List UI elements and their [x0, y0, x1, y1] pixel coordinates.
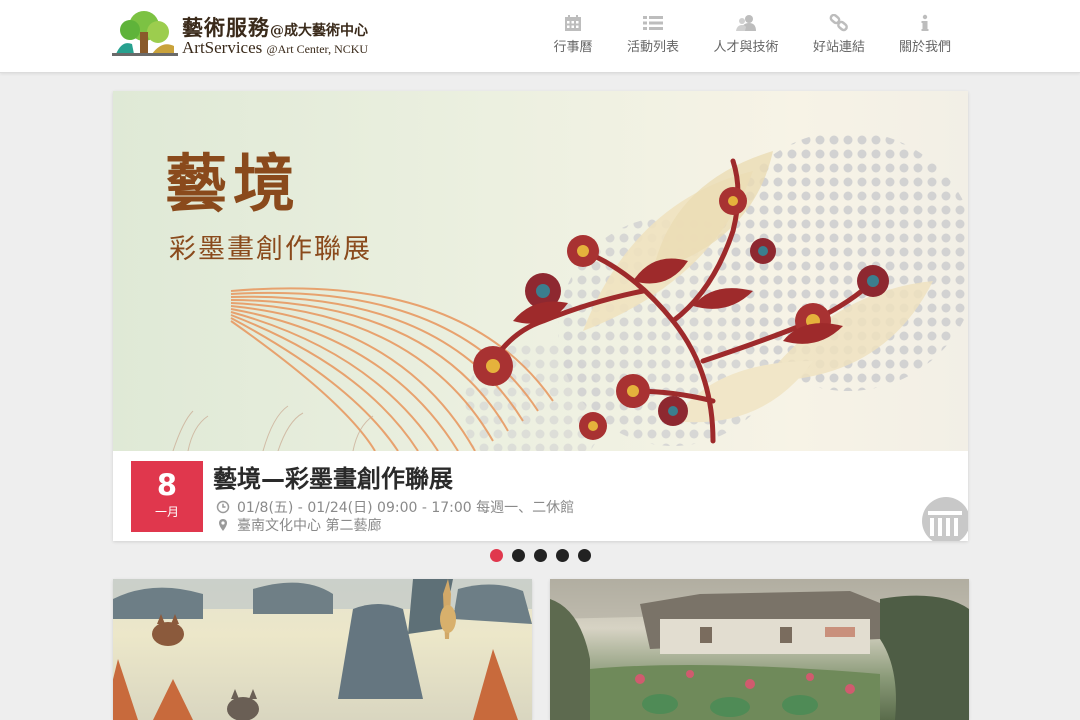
event-place-row: 臺南文化中心 第二藝廊 [215, 515, 381, 535]
carousel-dot-3[interactable] [534, 549, 547, 562]
event-card-1[interactable] [113, 579, 532, 720]
clock-icon [216, 500, 230, 514]
map-pin-icon [219, 519, 227, 531]
venue-building-icon [922, 497, 968, 541]
tree-logo-icon [112, 11, 178, 56]
logo-title-en: ArtServices @Art Center, NCKU [182, 38, 368, 58]
date-badge: 8 一月 [131, 461, 203, 532]
site-header: 藝術服務@成大藝術中心 ArtServices @Art Center, NCK… [0, 0, 1080, 73]
date-month: 一月 [154, 505, 179, 519]
hero-slide[interactable]: 藝境 彩墨畫創作聯展 8 一月 藝境—彩墨畫創作聯展 01/8(五) - 01/… [113, 91, 968, 541]
forest-animals-painting [113, 579, 532, 720]
logo-title-zh-main: 藝術服務 [182, 15, 270, 40]
poster-title: 藝境 [165, 147, 302, 220]
nav-item-links[interactable]: 好站連結 [799, 14, 879, 55]
hero-artwork: 藝境 彩墨畫創作聯展 [113, 91, 968, 451]
logo-title-en-sub: @Art Center, NCKU [266, 42, 369, 56]
calendar-icon [565, 15, 581, 31]
logo-title-en-main: ArtServices [182, 38, 263, 57]
nav-item-calendar[interactable]: 行事曆 [533, 14, 613, 55]
site-logo[interactable]: 藝術服務@成大藝術中心 ArtServices @Art Center, NCK… [112, 10, 402, 62]
nav-label-talent: 人才與技術 [713, 40, 779, 55]
info-icon [921, 14, 929, 31]
people-icon [736, 15, 756, 31]
carousel-dot-1[interactable] [490, 549, 503, 562]
date-day: 8 [156, 468, 178, 502]
event-card-2[interactable] [550, 579, 969, 720]
nav-item-event-list[interactable]: 活動列表 [613, 14, 693, 55]
nav-label-about: 關於我們 [898, 40, 951, 55]
nav-label-links: 好站連結 [812, 40, 865, 55]
poster-subtitle: 彩墨畫創作聯展 [169, 234, 372, 265]
nav-label-calendar: 行事曆 [553, 40, 593, 55]
carousel-dot-2[interactable] [512, 549, 525, 562]
carousel-dot-5[interactable] [578, 549, 591, 562]
link-icon [829, 14, 848, 32]
event-time-row: 01/8(五) - 01/24(日) 09:00 - 17:00 每週一、二休館 [215, 497, 574, 517]
nav-item-about[interactable]: 關於我們 [885, 14, 965, 55]
event-place: 臺南文化中心 第二藝廊 [237, 518, 382, 534]
nav-label-event-list: 活動列表 [626, 40, 679, 55]
nav-item-talent[interactable]: 人才與技術 [706, 14, 786, 55]
event-title[interactable]: 藝境—彩墨畫創作聯展 [213, 459, 453, 494]
event-time: 01/8(五) - 01/24(日) 09:00 - 17:00 每週一、二休館 [237, 500, 575, 516]
logo-title-zh-sub: @成大藝術中心 [270, 23, 368, 39]
event-info-bar: 8 一月 藝境—彩墨畫創作聯展 01/8(五) - 01/24(日) 09:00… [113, 451, 968, 541]
village-landscape-painting [550, 579, 969, 720]
carousel-dot-4[interactable] [556, 549, 569, 562]
list-icon [643, 16, 663, 30]
